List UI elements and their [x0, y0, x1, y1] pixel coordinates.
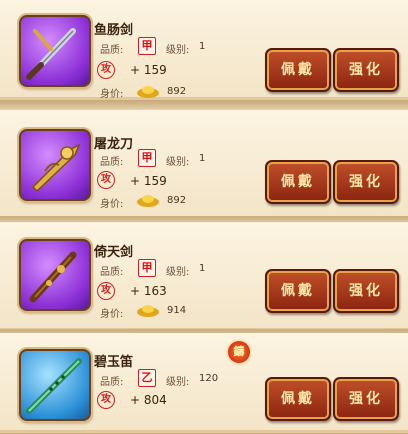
forged-badge: 鑄: [228, 341, 250, 363]
item-name: 倚天剑: [94, 245, 134, 260]
grade-badge: 乙: [138, 369, 156, 387]
grade-badge: 甲: [138, 149, 156, 167]
attack-value: + 804: [130, 393, 167, 407]
equip-button[interactable]: 佩戴: [265, 377, 331, 421]
attack-icon: 攻: [97, 171, 115, 189]
equip-button[interactable]: 佩戴: [265, 160, 331, 204]
equip-button[interactable]: 佩戴: [265, 48, 331, 92]
enhance-button[interactable]: 强化: [333, 160, 399, 204]
price-value: 914: [167, 305, 187, 316]
equipment-list[interactable]: 鱼肠剑 品质: 甲 级别: 1 攻 + 159 身价: 892 佩戴 强化 屠龙…: [0, 0, 408, 434]
level-label: 级别:: [166, 267, 190, 278]
price-label: 身价:: [100, 309, 124, 320]
enhance-button[interactable]: 强化: [333, 377, 399, 421]
divider: [0, 101, 408, 109]
heaven-sword-icon[interactable]: [19, 239, 91, 311]
jade-flute-icon[interactable]: [19, 349, 91, 421]
grade-badge: 甲: [138, 259, 156, 277]
price-value: 892: [167, 195, 187, 206]
sword-icon[interactable]: [19, 15, 91, 87]
price-label: 身价:: [100, 89, 124, 100]
level-label: 级别:: [166, 377, 190, 388]
attack-icon: 攻: [97, 282, 115, 300]
quality-label: 品质:: [100, 157, 124, 168]
price-value: 892: [167, 86, 187, 97]
attack-value: + 159: [130, 63, 167, 77]
item-name: 碧玉笛: [94, 355, 134, 370]
grade-badge: 甲: [138, 37, 156, 55]
gold-ingot-icon: [137, 305, 159, 317]
quality-label: 品质:: [100, 377, 124, 388]
quality-label: 品质:: [100, 45, 124, 56]
attack-icon: 攻: [97, 391, 115, 409]
dragon-blade-icon[interactable]: [19, 129, 91, 201]
enhance-button[interactable]: 强化: [333, 48, 399, 92]
level-value: 120: [199, 373, 219, 384]
gold-ingot-icon: [137, 86, 159, 98]
level-value: 1: [199, 263, 206, 274]
enhance-button[interactable]: 强化: [333, 269, 399, 313]
attack-value: + 163: [130, 284, 167, 298]
item-name: 鱼肠剑: [94, 23, 134, 38]
level-label: 级别:: [166, 157, 190, 168]
level-value: 1: [199, 153, 206, 164]
level-label: 级别:: [166, 45, 190, 56]
level-value: 1: [199, 41, 206, 52]
gold-ingot-icon: [137, 195, 159, 207]
quality-label: 品质:: [100, 267, 124, 278]
attack-icon: 攻: [97, 61, 115, 79]
attack-value: + 159: [130, 174, 167, 188]
price-label: 身价:: [100, 199, 124, 210]
equip-button[interactable]: 佩戴: [265, 269, 331, 313]
item-name: 屠龙刀: [94, 137, 134, 152]
